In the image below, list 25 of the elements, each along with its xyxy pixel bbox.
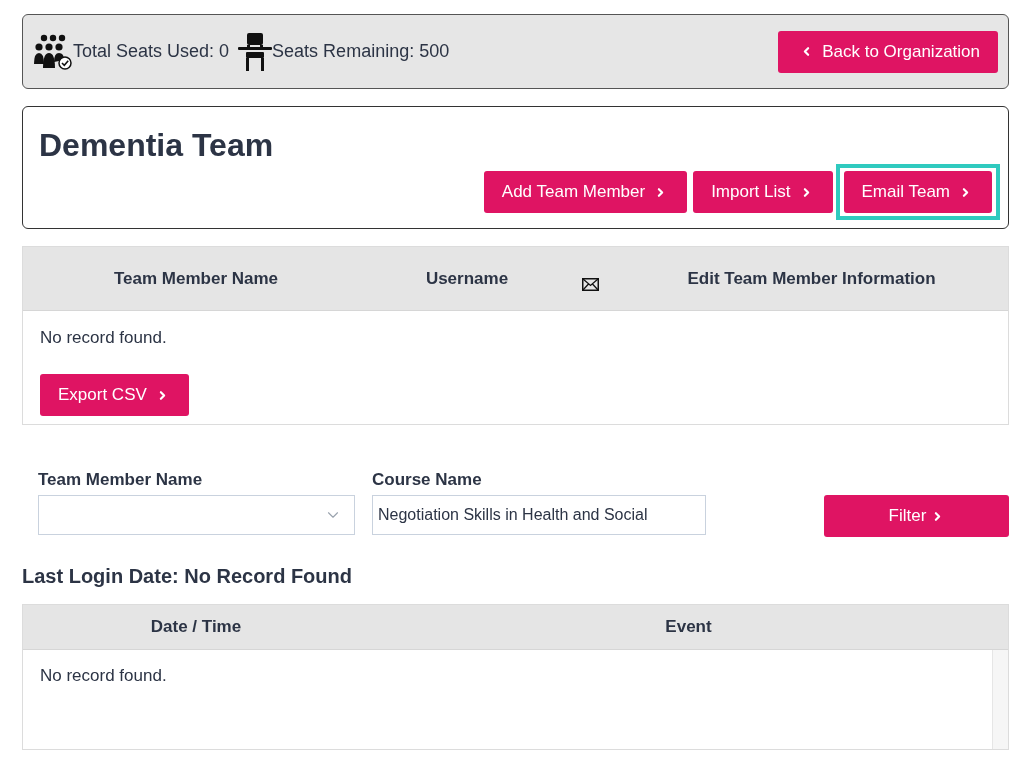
action-button[interactable]: Import List	[693, 171, 833, 213]
column-header: Team Member Name	[113, 268, 279, 289]
envelope-icon	[581, 278, 599, 291]
empty-message: No record found.	[40, 666, 167, 685]
field-label: Team Member Name	[38, 470, 203, 490]
last-login-heading: Last Login Date: No Record Found	[22, 564, 352, 588]
filter-button[interactable]: Filter	[824, 495, 1009, 537]
people-check-icon	[33, 33, 73, 70]
export-button[interactable]: Export CSV	[40, 374, 189, 416]
team-title: Dementia Team	[39, 126, 274, 165]
column-header: Date / Time	[150, 617, 242, 637]
action-button[interactable]: Add Team Member	[483, 171, 688, 213]
action-button[interactable]: Email Team	[843, 171, 992, 213]
scrollbar[interactable]	[992, 650, 1008, 749]
seats-stat: Seats Remaining: 500	[272, 41, 450, 62]
course-field[interactable]: Negotiation Skills in Health and Social	[372, 495, 706, 535]
column-header: Edit Team Member Information	[687, 268, 936, 289]
field-label: Course Name	[372, 470, 482, 490]
member-select[interactable]	[38, 495, 355, 535]
empty-message: No record found.	[40, 327, 167, 349]
seats-stat: Total Seats Used: 0	[73, 41, 230, 62]
column-header: Username	[425, 268, 509, 289]
column-header: Event	[665, 617, 712, 637]
chair-icon	[238, 32, 273, 71]
back-button[interactable]: Back to Organization	[778, 30, 998, 73]
